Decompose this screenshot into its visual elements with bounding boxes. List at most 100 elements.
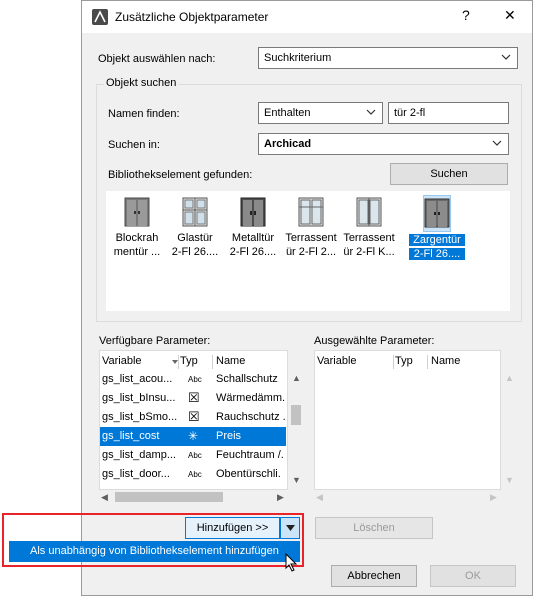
search-in-label: Suchen in: <box>108 139 160 151</box>
library-item-name-line1: Terrassent <box>285 232 337 244</box>
available-params-title: Verfügbare Parameter: <box>99 335 211 347</box>
library-item-name-line1: Blockrah <box>115 232 159 244</box>
table-row-selected[interactable]: gs_list_cost ✳ Preis <box>100 427 286 446</box>
scroll-right-icon: ▶ <box>490 492 497 502</box>
column-header-type[interactable]: Typ <box>395 355 413 372</box>
search-button[interactable]: Suchen <box>390 163 508 185</box>
row-name: Preis <box>216 430 242 442</box>
library-item-name-line2: 2-Fl 26.... <box>171 246 219 258</box>
select-by-label: Objekt auswählen nach: <box>98 53 216 65</box>
ok-button[interactable]: OK <box>430 565 516 587</box>
help-button[interactable]: ? <box>462 7 470 23</box>
library-item-name-line1: Metalltür <box>231 232 275 244</box>
type-real-icon: ✳ <box>188 429 199 443</box>
dialog-window: Zusätzliche Objektparameter ? ✕ Objekt a… <box>81 0 533 596</box>
terrassentuer-k-thumbnail-icon <box>356 197 382 227</box>
title-bar: Zusätzliche Objektparameter ? ✕ <box>82 1 532 33</box>
select-by-value: Suchkriterium <box>264 52 332 64</box>
scroll-down-icon[interactable]: ▼ <box>292 475 301 485</box>
blockrahmentuer-thumbnail-icon <box>124 197 150 227</box>
selected-vertical-scrollbar: ▲ ▼ <box>501 369 517 490</box>
scrollbar-thumb[interactable] <box>291 405 301 425</box>
type-text-icon: Abc <box>188 375 202 384</box>
row-variable: gs_list_damp... <box>102 449 176 461</box>
library-item-name-line2: ür 2-Fl 2... <box>285 246 337 258</box>
chevron-down-icon <box>492 140 502 146</box>
search-in-dropdown[interactable]: Archicad <box>258 133 509 155</box>
row-name: Wärmedämm. <box>216 392 286 404</box>
search-button-label: Suchen <box>430 168 468 180</box>
row-variable: gs_list_bSmo... <box>102 411 178 423</box>
find-names-label: Namen finden: <box>108 108 180 120</box>
scroll-up-icon: ▲ <box>505 373 514 383</box>
type-text-icon: Abc <box>188 451 202 460</box>
chevron-down-icon <box>366 109 376 115</box>
table-row[interactable]: gs_list_bSmo... ☒ Rauchschutz . <box>100 408 286 427</box>
row-variable: gs_list_bInsu... <box>102 392 176 404</box>
menu-item-label: Als unabhängig von Bibliothekselement hi… <box>30 545 279 557</box>
search-text-input[interactable] <box>389 103 508 123</box>
table-row[interactable]: gs_list_bInsu... ☒ Wärmedämm. <box>100 389 286 408</box>
library-item[interactable]: Blockrah mentür ... <box>109 195 165 261</box>
selected-params-list[interactable]: Variable Typ Name <box>314 350 501 490</box>
row-name: Feuchtraum /. <box>216 449 284 461</box>
scroll-left-icon: ◀ <box>316 492 323 502</box>
available-params-list[interactable]: Variable Typ Name gs_list_acou... Abc Sc… <box>99 350 288 490</box>
chevron-down-icon <box>501 54 511 60</box>
library-results-panel: Blockrah mentür ... Glastür 2-Fl 26.... <box>106 191 510 311</box>
library-item-name-line1: Glastür <box>177 232 213 244</box>
found-label: Bibliothekselement gefunden: <box>108 169 253 181</box>
table-row[interactable]: gs_list_door... Abc Obentürschli. <box>100 465 286 484</box>
library-item[interactable]: Glastür 2-Fl 26.... <box>167 195 223 261</box>
column-header-name[interactable]: Name <box>431 355 460 372</box>
table-row[interactable]: gs_list_acou... Abc Schallschutz <box>100 370 286 389</box>
library-item-selected[interactable]: Zargentür 2-Fl 26.... <box>409 195 465 261</box>
cancel-button-label: Abbrechen <box>347 570 401 582</box>
delete-button-label: Löschen <box>353 522 395 534</box>
search-in-value: Archicad <box>264 138 312 150</box>
row-variable: gs_list_cost <box>102 430 160 442</box>
window-title: Zusätzliche Objektparameter <box>115 10 269 24</box>
available-horizontal-scrollbar[interactable]: ◀ ▶ <box>99 490 288 504</box>
delete-button[interactable]: Löschen <box>315 517 433 539</box>
library-item[interactable]: Terrassent ür 2-Fl K... <box>341 195 397 261</box>
scrollbar-thumb[interactable] <box>115 492 223 502</box>
library-item-name-line2: 2-Fl 26.... <box>229 246 277 258</box>
library-item[interactable]: Terrassent ür 2-Fl 2... <box>283 195 339 261</box>
row-name: Rauchschutz . <box>216 411 286 423</box>
library-item-name-line2: 2-Fl 26.... <box>409 248 465 260</box>
sort-arrow-icon <box>172 360 178 364</box>
row-name: Schallschutz <box>216 373 278 385</box>
selected-params-title: Ausgewählte Parameter: <box>314 335 435 347</box>
library-item-name-line1: Zargentür <box>409 234 465 246</box>
library-item-name-line2: ür 2-Fl K... <box>343 246 395 258</box>
type-boolean-icon: ☒ <box>188 409 200 424</box>
menu-item-add-independent[interactable]: Als unabhängig von Bibliothekselement hi… <box>9 541 300 562</box>
ok-button-label: OK <box>465 570 481 582</box>
row-name: Obentürschli. <box>216 468 281 480</box>
type-boolean-icon: ☒ <box>188 390 200 405</box>
cancel-button[interactable]: Abbrechen <box>331 565 417 587</box>
available-vertical-scrollbar[interactable]: ▲ ▼ <box>288 369 304 490</box>
library-item-name-line1: Terrassent <box>343 232 395 244</box>
library-item[interactable]: Metalltür 2-Fl 26.... <box>225 195 281 261</box>
search-group-title: Objekt suchen <box>104 77 179 89</box>
row-variable: gs_list_door... <box>102 468 170 480</box>
search-text-field[interactable] <box>388 102 509 124</box>
scroll-right-icon[interactable]: ▶ <box>277 492 284 503</box>
selected-horizontal-scrollbar: ◀ ▶ <box>314 490 501 504</box>
metalltuer-thumbnail-icon <box>240 197 266 227</box>
zargentuer-thumbnail-icon <box>424 198 450 228</box>
scroll-left-icon[interactable]: ◀ <box>101 492 108 503</box>
table-row[interactable]: gs_list_damp... Abc Feuchtraum /. <box>100 446 286 465</box>
terrassentuer-thumbnail-icon <box>298 197 324 227</box>
row-variable: gs_list_acou... <box>102 373 173 385</box>
close-button[interactable]: ✕ <box>504 7 516 24</box>
glastuer-thumbnail-icon <box>182 197 208 227</box>
column-header-variable[interactable]: Variable <box>317 355 357 372</box>
match-mode-dropdown[interactable]: Enthalten <box>258 102 383 124</box>
select-by-dropdown[interactable]: Suchkriterium <box>258 47 518 69</box>
scroll-up-icon[interactable]: ▲ <box>292 373 301 383</box>
archicad-app-icon <box>92 9 108 25</box>
library-item-name-line2: mentür ... <box>113 246 161 258</box>
